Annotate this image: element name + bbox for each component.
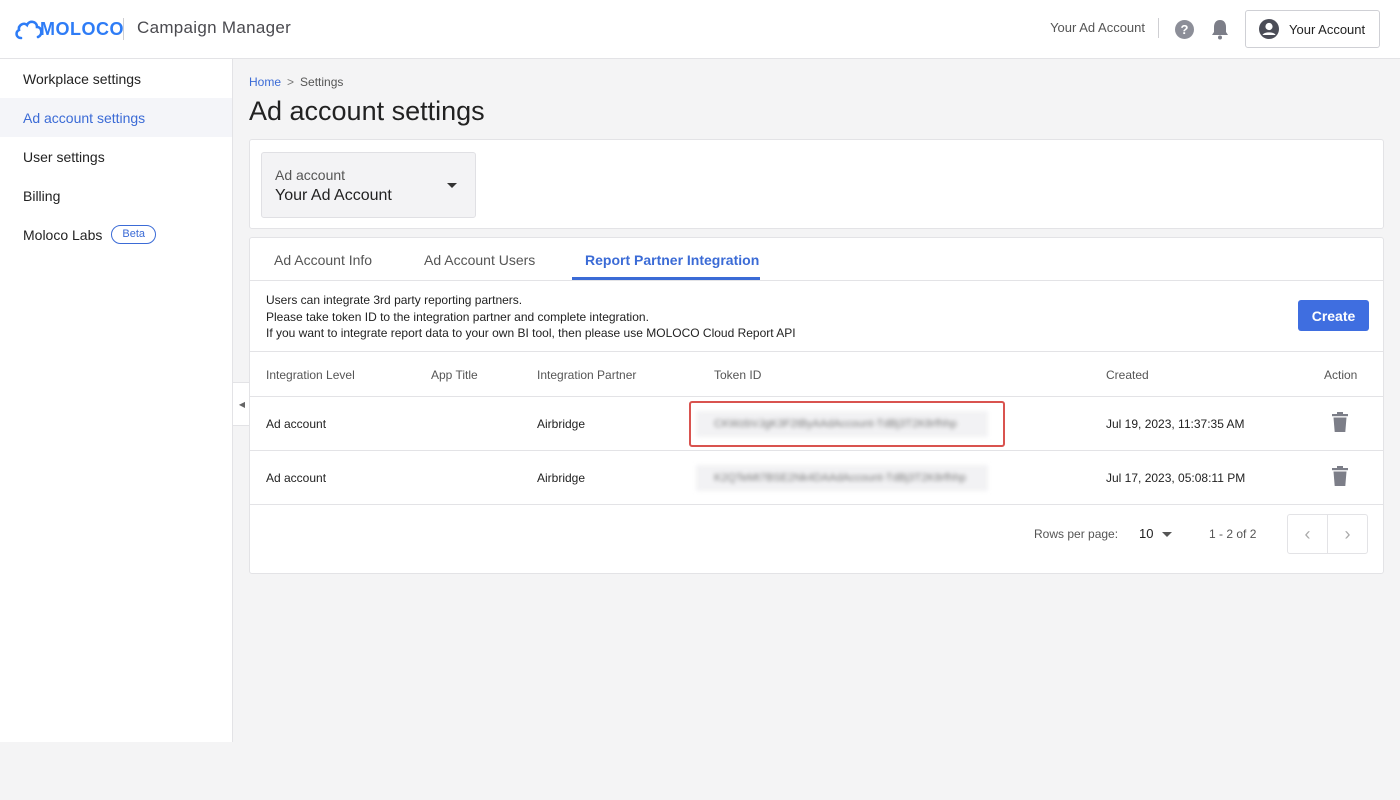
- integration-info: Users can integrate 3rd party reporting …: [266, 292, 796, 342]
- info-line: If you want to integrate report data to …: [266, 326, 796, 340]
- sidebar-item-label: User settings: [23, 148, 105, 165]
- tab-bar: Ad Account Info Ad Account Users Report …: [250, 238, 1383, 281]
- column-app-title: App Title: [431, 368, 478, 382]
- current-ad-account[interactable]: Your Ad Account: [1050, 20, 1145, 35]
- delete-trash-icon[interactable]: [1332, 466, 1348, 486]
- cell-integration-partner: Airbridge: [537, 417, 586, 431]
- chevron-left-icon: ◀: [238, 399, 246, 409]
- moloco-logo[interactable]: MOLOCO: [14, 14, 124, 44]
- create-button[interactable]: Create: [1298, 300, 1369, 331]
- ad-account-select-value: Your Ad Account: [275, 187, 392, 204]
- sidebar-item-label: Moloco Labs: [23, 226, 103, 243]
- previous-page-button[interactable]: ‹: [1287, 514, 1328, 554]
- sidebar-item-workplace-settings[interactable]: Workplace settings: [0, 59, 232, 98]
- breadcrumb-separator: >: [287, 75, 295, 89]
- sidebar-item-ad-account-settings[interactable]: Ad account settings: [0, 98, 232, 137]
- cell-integration-level: Ad account: [266, 471, 327, 485]
- caret-down-icon[interactable]: [1162, 532, 1172, 537]
- account-menu-button[interactable]: Your Account: [1245, 10, 1380, 48]
- pagination: Rows per page: 10 1 - 2 of 2 ‹ ›: [250, 506, 1383, 566]
- sidebar-item-user-settings[interactable]: User settings: [0, 137, 232, 176]
- top-bar: MOLOCO Campaign Manager Your Ad Account …: [0, 0, 1400, 59]
- logo-text: MOLOCO: [40, 18, 124, 39]
- chevron-right-icon: ›: [1344, 523, 1351, 544]
- sidebar-item-label: Ad account settings: [23, 109, 146, 126]
- chevron-left-icon: ‹: [1304, 523, 1311, 544]
- user-avatar-icon: [1259, 19, 1279, 39]
- sidebar-item-label: Billing: [23, 187, 61, 204]
- table-row: Ad account Airbridge K2QTeMt7BSE2Nk4DAAd…: [250, 451, 1383, 505]
- account-button-label: Your Account: [1289, 21, 1366, 37]
- column-integration-partner: Integration Partner: [537, 368, 637, 382]
- column-integration-level: Integration Level: [266, 368, 355, 382]
- column-action: Action: [1324, 368, 1358, 382]
- delete-trash-icon[interactable]: [1332, 412, 1348, 432]
- ad-account-card: Ad account Your Ad Account: [249, 139, 1384, 229]
- column-token-id: Token ID: [714, 368, 762, 382]
- cell-integration-level: Ad account: [266, 417, 327, 431]
- integration-card: Ad Account Info Ad Account Users Report …: [249, 237, 1384, 574]
- help-icon[interactable]: ?: [1175, 20, 1194, 39]
- page-title: Ad account settings: [249, 96, 485, 126]
- breadcrumb-home-link[interactable]: Home: [249, 75, 281, 89]
- caret-down-icon: [447, 183, 457, 188]
- column-created: Created: [1106, 368, 1149, 382]
- tab-ad-account-users[interactable]: Ad Account Users: [424, 252, 535, 268]
- ad-account-select[interactable]: Ad account Your Ad Account: [261, 152, 476, 218]
- tab-ad-account-info[interactable]: Ad Account Info: [274, 252, 372, 268]
- notification-bell-icon[interactable]: [1210, 18, 1230, 40]
- cell-created: Jul 17, 2023, 05:08:11 PM: [1106, 471, 1246, 485]
- rows-per-page-select[interactable]: 10: [1139, 526, 1153, 541]
- sidebar-item-billing[interactable]: Billing: [0, 176, 232, 215]
- sidebar-item-moloco-labs[interactable]: Moloco Labs Beta: [0, 215, 232, 254]
- header-divider: [123, 18, 124, 40]
- cell-created: Jul 19, 2023, 11:37:35 AM: [1106, 417, 1245, 431]
- window-bottom-area: [0, 742, 1400, 800]
- ad-account-select-label: Ad account: [275, 167, 346, 183]
- info-line: Users can integrate 3rd party reporting …: [266, 293, 523, 307]
- cell-integration-partner: Airbridge: [537, 471, 586, 485]
- header-divider-right: [1158, 18, 1159, 38]
- breadcrumb: Home > Settings: [249, 75, 343, 89]
- rows-per-page-label: Rows per page:: [1034, 527, 1119, 541]
- info-line: Please take token ID to the integration …: [266, 309, 649, 324]
- breadcrumb-current: Settings: [300, 75, 344, 89]
- cell-token-id[interactable]: K2QTeMt7BSE2Nk4DAAdAccount-TdBj3T2K8rfhh…: [696, 465, 988, 491]
- sidebar-item-label: Workplace settings: [23, 70, 142, 87]
- active-tab-indicator: [572, 277, 760, 280]
- next-page-button[interactable]: ›: [1327, 514, 1368, 554]
- token-highlight-box: [689, 401, 1005, 447]
- tab-report-partner-integration[interactable]: Report Partner Integration: [585, 252, 759, 268]
- sidebar: Workplace settings Ad account settings U…: [0, 59, 233, 742]
- pagination-range: 1 - 2 of 2: [1209, 527, 1257, 541]
- table-header: Integration Level App Title Integration …: [250, 351, 1383, 397]
- beta-badge: Beta: [111, 225, 157, 244]
- app-title: Campaign Manager: [137, 18, 292, 37]
